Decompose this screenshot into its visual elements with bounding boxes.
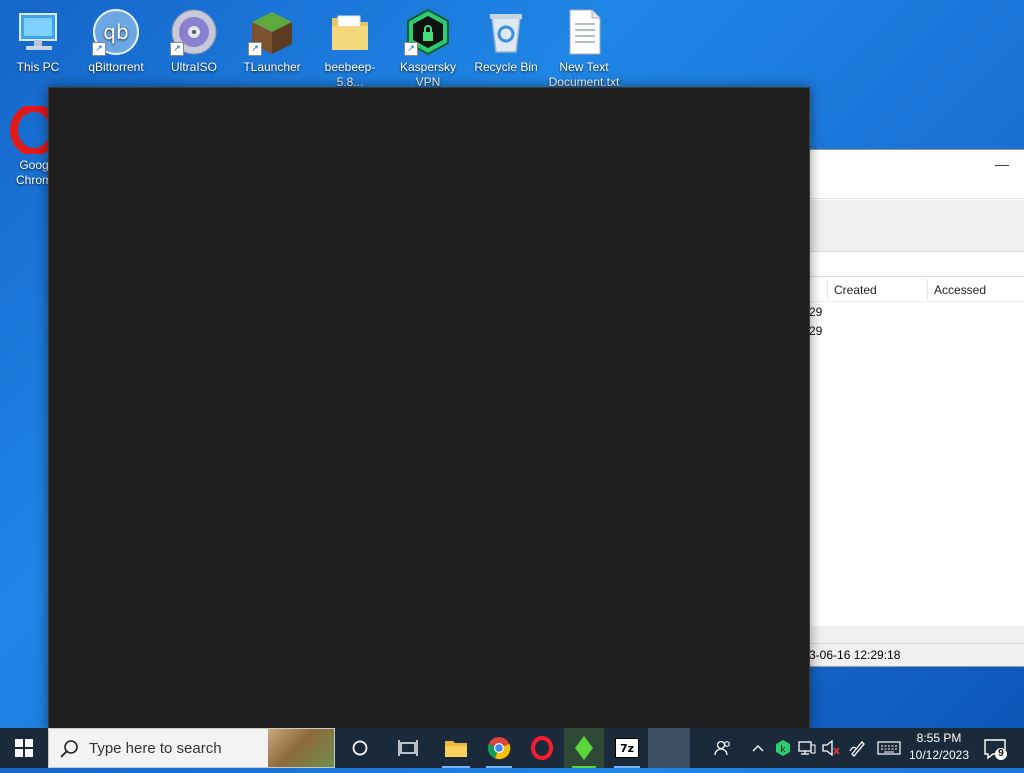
notification-count-badge: 9 xyxy=(998,748,1004,759)
file-row-cell[interactable]: 29 xyxy=(809,305,822,319)
file-explorer-icon xyxy=(445,741,467,757)
column-separator[interactable] xyxy=(927,279,928,299)
green-diamond-icon xyxy=(575,736,593,760)
desktop-icon-label: New Text Document.txt xyxy=(548,60,620,89)
text-document-icon xyxy=(560,8,608,56)
tray-touch-keyboard[interactable] xyxy=(874,728,904,768)
tray-pen-workspace[interactable] xyxy=(846,728,870,768)
shortcut-arrow-icon: ↗ xyxy=(92,42,106,56)
qbittorrent-icon: qb ↗ xyxy=(92,8,140,56)
keyboard-icon xyxy=(877,741,901,755)
search-highlight-image[interactable] xyxy=(268,729,334,767)
taskbar-chrome[interactable] xyxy=(478,728,520,768)
cortana-icon xyxy=(352,740,368,756)
taskbar-7zip[interactable]: 7z xyxy=(606,728,648,768)
svg-text:k: k xyxy=(780,745,786,755)
clock-time: 8:55 PM xyxy=(916,731,962,745)
network-icon xyxy=(798,741,816,755)
desktop-icon-kaspersky-vpn[interactable]: ↗ Kaspersky VPN xyxy=(390,8,466,90)
desktop-icon-recycle-bin[interactable]: Recycle Bin xyxy=(468,8,544,75)
tray-volume-muted[interactable] xyxy=(820,728,842,768)
tray-kaspersky[interactable]: k xyxy=(772,728,794,768)
desktop-icon-label: Recycle Bin xyxy=(474,60,538,74)
taskbar-search-box[interactable]: Type here to search xyxy=(48,728,335,768)
desktop-icon-label: qBittorrent xyxy=(88,60,144,74)
taskbar-active-window[interactable] xyxy=(648,728,690,768)
volume-muted-icon xyxy=(822,740,840,756)
column-header-created[interactable]: Created xyxy=(834,283,877,297)
minimize-button[interactable]: — xyxy=(995,156,1009,172)
horizontal-scrollbar[interactable] xyxy=(811,626,1024,643)
folder-icon xyxy=(326,8,374,56)
taskbar-green-app[interactable] xyxy=(564,728,604,768)
desktop-icon-label: This PC xyxy=(16,60,60,74)
chrome-icon xyxy=(487,737,511,760)
people-button[interactable] xyxy=(708,728,738,768)
sevenzip-label: 7z xyxy=(619,741,635,755)
status-text: 3-06-16 12:29:18 xyxy=(809,648,901,662)
desktop-icon-label: Kaspersky VPN xyxy=(399,60,457,89)
taskbar-opera[interactable] xyxy=(520,728,564,768)
tray-network[interactable] xyxy=(796,728,818,768)
sevenzip-icon: 7z xyxy=(615,738,639,758)
dark-app-window[interactable] xyxy=(48,87,810,728)
column-separator[interactable] xyxy=(827,279,828,299)
opera-icon xyxy=(531,736,553,760)
shortcut-arrow-icon: ↗ xyxy=(404,42,418,56)
task-view-button[interactable] xyxy=(386,728,430,768)
ultraiso-icon: ↗ xyxy=(170,8,218,56)
notification-icon xyxy=(984,739,1007,760)
desktop-icon-ultraiso[interactable]: ↗ UltraISO xyxy=(156,8,232,75)
show-hidden-icons-button[interactable] xyxy=(748,728,768,768)
shortcut-arrow-icon: ↗ xyxy=(248,42,262,56)
search-placeholder: Type here to search xyxy=(89,740,222,757)
desktop-icon-tlauncher[interactable]: ↗ TLauncher xyxy=(234,8,310,75)
taskbar-file-explorer[interactable] xyxy=(434,728,478,768)
tlauncher-icon: ↗ xyxy=(248,8,296,56)
kaspersky-tray-icon: k xyxy=(776,740,790,756)
desktop-icon-label: beebeep-5.8... xyxy=(324,60,376,89)
file-row-cell[interactable]: 29 xyxy=(809,324,822,338)
pen-icon xyxy=(849,741,865,757)
desktop-icon-label: TLauncher xyxy=(243,60,301,74)
desktop-icon-this-pc[interactable]: This PC xyxy=(0,8,76,75)
kaspersky-vpn-icon: ↗ xyxy=(404,8,452,56)
desktop-icon-new-text-document[interactable]: New Text Document.txt xyxy=(546,8,622,90)
desktop-icon-beebeep-folder[interactable]: beebeep-5.8... xyxy=(312,8,388,90)
start-button[interactable] xyxy=(0,728,48,768)
clock-date: 10/12/2023 xyxy=(908,748,970,762)
chevron-up-icon xyxy=(752,745,764,752)
shortcut-arrow-icon: ↗ xyxy=(170,42,184,56)
search-icon xyxy=(60,740,78,758)
recycle-bin-icon xyxy=(482,8,530,56)
people-icon xyxy=(714,740,730,756)
cortana-button[interactable] xyxy=(340,728,380,768)
taskbar-clock[interactable]: 8:55 PM 10/12/2023 xyxy=(902,730,976,766)
qb-glyph: qb xyxy=(103,20,128,44)
this-pc-icon xyxy=(14,8,62,56)
action-center-button[interactable]: 9 xyxy=(980,728,1012,768)
column-header-accessed[interactable]: Accessed xyxy=(934,283,986,297)
windows-logo-icon xyxy=(15,739,33,757)
desktop: This PC qb ↗ qBittorrent ↗ UltraISO ↗ TL… xyxy=(0,0,1024,728)
desktop-icon-label: UltraISO xyxy=(170,60,217,74)
taskbar: Type here to search 7z k 8:55 PM 10/12/2… xyxy=(0,728,1024,768)
task-view-icon xyxy=(398,740,418,756)
desktop-icon-qbittorrent[interactable]: qb ↗ qBittorrent xyxy=(78,8,154,75)
